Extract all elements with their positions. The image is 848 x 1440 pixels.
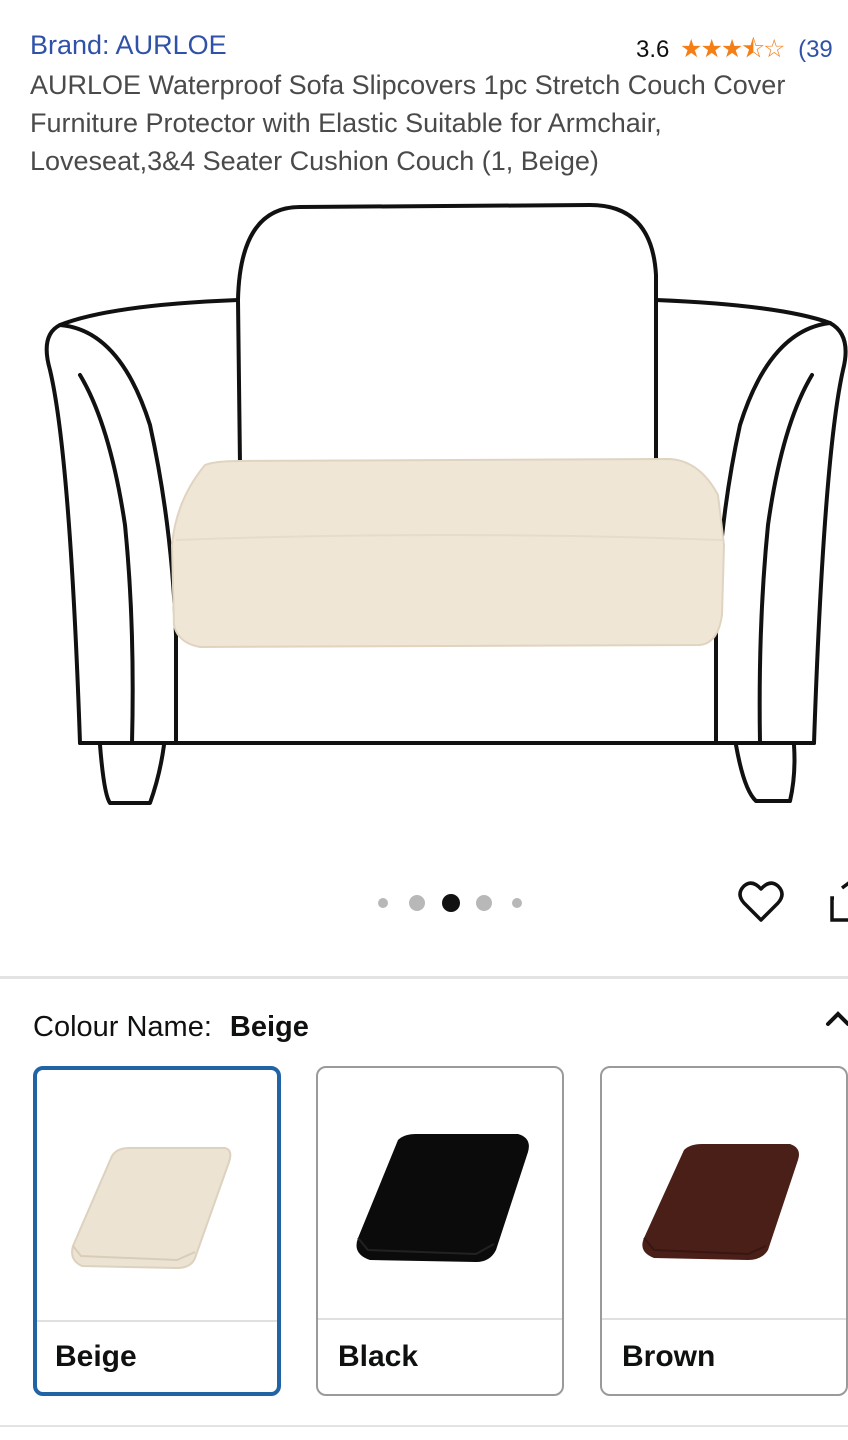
section-divider	[0, 1425, 848, 1427]
product-title: AURLOE Waterproof Sofa Slipcovers 1pc St…	[30, 66, 848, 180]
product-title-line: Furniture Protector with Elastic Suitabl…	[30, 108, 662, 138]
swatch-brown[interactable]: Brown	[600, 1066, 848, 1396]
section-divider	[0, 976, 848, 979]
star-empty-icon: ☆	[763, 35, 785, 63]
colour-name-label: Colour Name: Beige	[33, 1011, 309, 1044]
swatch-label: Black	[338, 1340, 419, 1373]
colour-name-selected: Beige	[229, 1011, 309, 1043]
swatch-label: Brown	[622, 1340, 716, 1373]
star-full-icon: ★	[680, 35, 702, 63]
share-icon[interactable]	[828, 880, 848, 924]
swatch-beige[interactable]: Beige	[33, 1066, 281, 1396]
pagination-dot[interactable]	[409, 895, 425, 911]
star-full-icon: ★	[720, 35, 743, 63]
image-pagination[interactable]	[372, 893, 532, 913]
swatch-image	[37, 1070, 277, 1320]
brand-rating-row: Brand: AURLOE 3.6 ★★★⯪☆ (39	[0, 26, 848, 66]
wishlist-heart-icon[interactable]	[738, 880, 784, 924]
swatch-image	[318, 1068, 562, 1318]
brand-link[interactable]: Brand: AURLOE	[30, 30, 227, 61]
rating-value: 3.6	[636, 36, 670, 63]
review-count[interactable]: (39	[798, 36, 833, 63]
product-image[interactable]	[0, 195, 848, 855]
swatch-separator	[37, 1320, 277, 1322]
pagination-dot-active[interactable]	[442, 894, 460, 912]
pagination-dot[interactable]	[378, 898, 388, 908]
product-title-line: Loveseat,3&4 Seater Cushion Couch (1, Be…	[30, 146, 599, 176]
chevron-up-icon[interactable]	[822, 1002, 848, 1032]
seat-cushion	[170, 457, 726, 649]
armchair-illustration	[44, 203, 848, 805]
star-full-icon: ★	[700, 35, 722, 63]
pagination-dot[interactable]	[512, 898, 522, 908]
star-half-icon: ⯪	[741, 35, 765, 63]
swatch-separator	[602, 1318, 846, 1320]
swatch-separator	[318, 1318, 562, 1320]
pagination-dot[interactable]	[476, 895, 492, 911]
swatch-label: Beige	[55, 1340, 137, 1373]
product-title-line: AURLOE Waterproof Sofa Slipcovers 1pc St…	[30, 70, 786, 100]
swatch-black[interactable]: Black	[316, 1066, 564, 1396]
swatch-image	[602, 1068, 846, 1318]
colour-name-title: Colour Name:	[33, 1011, 212, 1043]
